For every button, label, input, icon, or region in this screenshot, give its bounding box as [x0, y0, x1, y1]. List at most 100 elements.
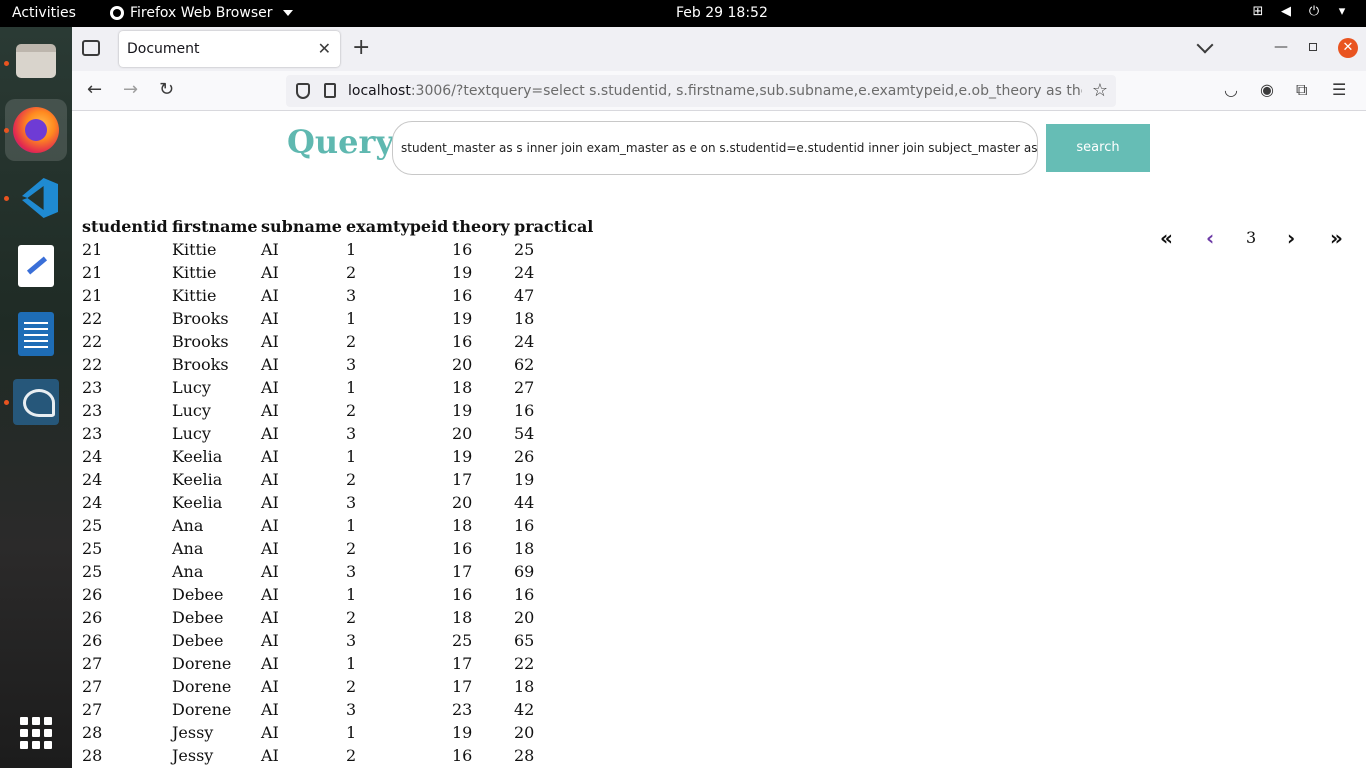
table-cell-subname: AI — [261, 562, 279, 581]
minimize-icon[interactable]: — — [1274, 39, 1288, 55]
first-page-icon[interactable]: « — [1160, 225, 1173, 251]
table-cell-theory: 17 — [452, 562, 473, 581]
tab-title: Document — [127, 41, 200, 57]
table-cell-theory: 20 — [452, 355, 473, 374]
table-cell-examtypeid: 1 — [346, 585, 357, 604]
reload-icon[interactable]: ↻ — [159, 80, 174, 100]
search-button[interactable]: search — [1046, 124, 1150, 172]
dock-text-editor[interactable] — [5, 235, 67, 297]
table-cell-theory: 18 — [452, 516, 473, 535]
table-cell-studentid: 27 — [82, 700, 103, 719]
table-cell-examtypeid: 3 — [346, 700, 357, 719]
app-grid-icon[interactable] — [20, 717, 52, 749]
table-cell-subname: AI — [261, 263, 279, 282]
last-page-icon[interactable]: » — [1330, 225, 1343, 251]
pocket-icon[interactable]: ◡ — [1224, 80, 1238, 100]
table-cell-examtypeid: 3 — [346, 631, 357, 650]
libreoffice-writer-icon — [18, 312, 54, 356]
table-cell-firstname: Brooks — [172, 309, 229, 328]
table-row: 25 Ana AI 2 16 18 — [82, 537, 595, 560]
table-cell-firstname: Debee — [172, 585, 224, 604]
table-cell-theory: 16 — [452, 286, 473, 305]
dock-mysql-workbench[interactable] — [5, 371, 67, 433]
url-path: :3006/?textquery=select s.studentid, s.f… — [410, 83, 1082, 99]
table-cell-practical: 27 — [514, 378, 535, 397]
system-tray[interactable]: ⊞ ◀ ⏻ ▾ — [1250, 4, 1350, 20]
dock-vscode[interactable] — [5, 167, 67, 229]
table-cell-subname: AI — [261, 677, 279, 696]
table-header-row: studentid firstname subname examtypeid theor… — [82, 215, 595, 238]
close-icon[interactable]: ✕ — [318, 39, 331, 58]
table-row: 22 Brooks AI 1 19 18 — [82, 307, 595, 330]
account-icon[interactable]: ◉ — [1260, 80, 1274, 100]
table-cell-firstname: Lucy — [172, 378, 211, 397]
window-close-icon[interactable]: ✕ — [1338, 38, 1358, 58]
table-cell-studentid: 26 — [82, 608, 103, 627]
dock-writer[interactable] — [5, 303, 67, 365]
table-cell-practical: 16 — [514, 401, 535, 420]
query-heading: Query — [287, 123, 394, 161]
table-cell-theory: 18 — [452, 608, 473, 627]
table-cell-examtypeid: 2 — [346, 263, 357, 282]
navigation-bar: ← → ↻ localhost:3006/?textquery=select s… — [72, 71, 1366, 111]
pagination: « ‹ 3 › » — [1160, 225, 1350, 251]
table-cell-theory: 25 — [452, 631, 473, 650]
chevron-down-icon[interactable] — [1196, 36, 1214, 54]
clock[interactable]: Feb 29 18:52 — [676, 5, 768, 21]
dock-files[interactable] — [5, 30, 67, 92]
shield-icon[interactable] — [296, 83, 310, 99]
table-cell-subname: AI — [261, 700, 279, 719]
table-cell-subname: AI — [261, 608, 279, 627]
firefox-window: Document ✕ + — ✕ ← → ↻ localhost:3006/?t… — [72, 27, 1366, 768]
table-cell-subname: AI — [261, 516, 279, 535]
column-header-practical: practical — [514, 217, 594, 236]
next-page-icon[interactable]: › — [1287, 225, 1295, 251]
extensions-icon[interactable]: ⧉ — [1296, 80, 1307, 100]
prev-page-icon[interactable]: ‹ — [1206, 225, 1214, 251]
table-cell-theory: 18 — [452, 378, 473, 397]
app-menu[interactable]: Firefox Web Browser — [110, 5, 293, 21]
table-cell-studentid: 24 — [82, 493, 103, 512]
column-header-subname: subname — [261, 217, 342, 236]
table-cell-firstname: Kittie — [172, 286, 217, 305]
table-cell-firstname: Ana — [172, 539, 204, 558]
firefox-view-icon[interactable] — [82, 40, 100, 56]
table-cell-studentid: 22 — [82, 332, 103, 351]
tab-document[interactable]: Document ✕ — [119, 31, 340, 67]
table-cell-studentid: 25 — [82, 539, 103, 558]
maximize-icon[interactable] — [1309, 43, 1317, 51]
table-row: 22 Brooks AI 3 20 62 — [82, 353, 595, 376]
activities-button[interactable]: Activities — [12, 5, 76, 21]
table-cell-examtypeid: 3 — [346, 355, 357, 374]
table-cell-subname: AI — [261, 470, 279, 489]
bookmark-star-icon[interactable]: ☆ — [1092, 80, 1108, 101]
forward-arrow-icon[interactable]: → — [123, 80, 138, 100]
page-info-icon[interactable] — [324, 83, 336, 98]
query-input[interactable]: student_master as s inner join exam_mast… — [392, 121, 1038, 175]
chevron-down-icon: ▾ — [1338, 4, 1346, 19]
table-cell-studentid: 25 — [82, 562, 103, 581]
table-cell-practical: 24 — [514, 263, 535, 282]
table-cell-practical: 69 — [514, 562, 535, 581]
hamburger-menu-icon[interactable]: ☰ — [1332, 80, 1346, 100]
table-cell-theory: 16 — [452, 240, 473, 259]
url-bar[interactable]: localhost:3006/?textquery=select s.stude… — [286, 75, 1116, 107]
table-cell-practical: 24 — [514, 332, 535, 351]
firefox-icon — [13, 107, 59, 153]
table-cell-practical: 18 — [514, 539, 535, 558]
table-cell-practical: 16 — [514, 585, 535, 604]
table-cell-studentid: 28 — [82, 723, 103, 742]
table-cell-examtypeid: 1 — [346, 240, 357, 259]
table-body: 21 Kittie AI 1 16 25 21 Kittie AI 2 19 24 21 Kittie AI… — [82, 238, 595, 767]
table-cell-practical: 19 — [514, 470, 535, 489]
dock-firefox[interactable] — [5, 99, 67, 161]
new-tab-icon[interactable]: + — [352, 37, 370, 59]
table-cell-subname: AI — [261, 539, 279, 558]
url-text[interactable]: localhost:3006/?textquery=select s.stude… — [348, 83, 1082, 99]
table-cell-firstname: Jessy — [172, 746, 214, 765]
table-cell-practical: 54 — [514, 424, 535, 443]
table-cell-firstname: Jessy — [172, 723, 214, 742]
table-cell-theory: 17 — [452, 654, 473, 673]
back-arrow-icon[interactable]: ← — [87, 80, 102, 100]
table-cell-practical: 18 — [514, 677, 535, 696]
